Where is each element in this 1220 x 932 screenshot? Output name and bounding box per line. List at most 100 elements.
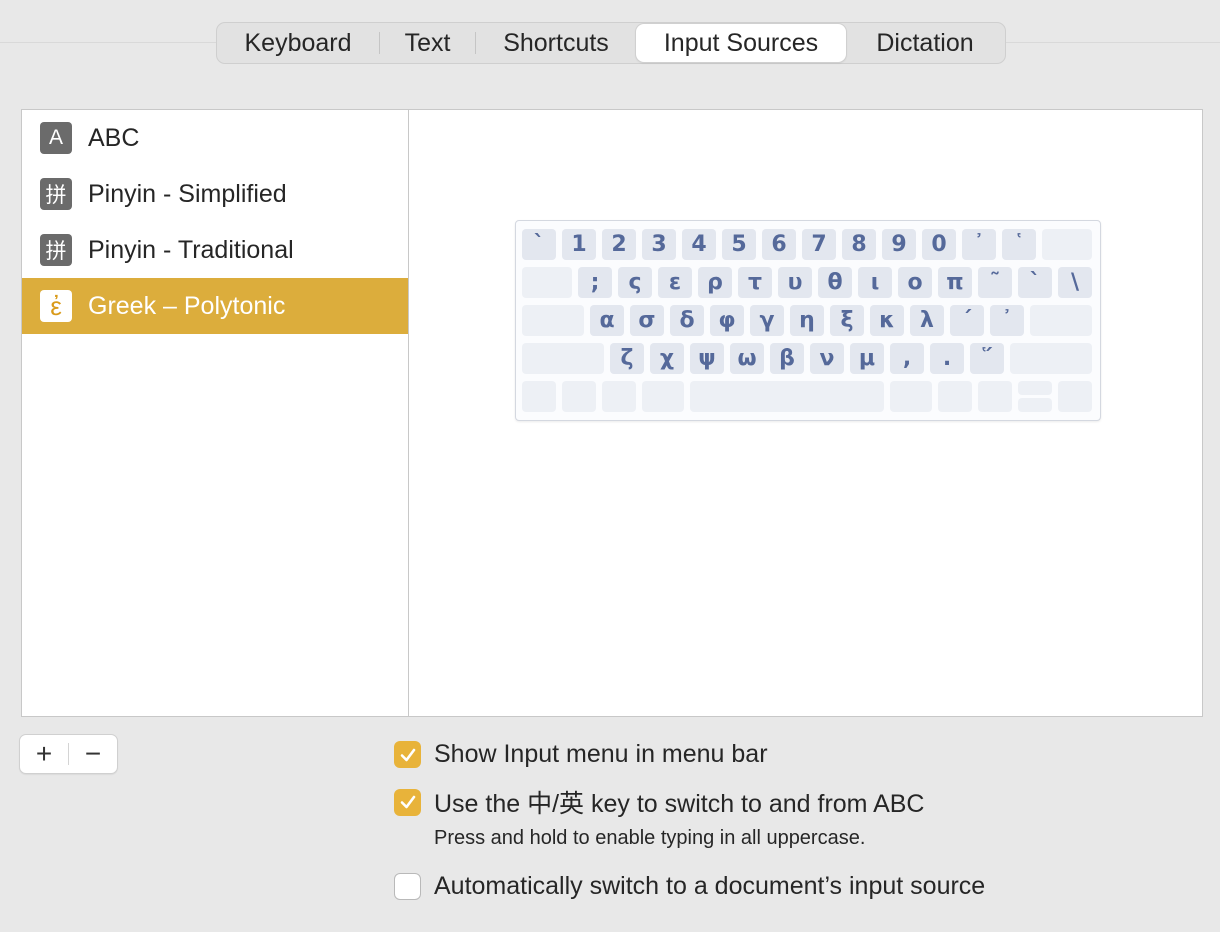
- pinyin-icon: 拼: [40, 178, 72, 210]
- key: δ: [670, 305, 704, 336]
- auto-switch-label: Automatically switch to a document’s inp…: [434, 872, 986, 900]
- key: ῾: [1002, 229, 1036, 260]
- right-shift-key: [1010, 343, 1092, 374]
- tab-input-sources[interactable]: Input Sources: [636, 24, 846, 62]
- key: ω: [730, 343, 764, 374]
- key: `: [1018, 267, 1052, 298]
- key: γ: [750, 305, 784, 336]
- tab-key: [522, 267, 572, 298]
- key: θ: [818, 267, 852, 298]
- key: 0: [922, 229, 956, 260]
- key: 9: [882, 229, 916, 260]
- fn-key: [522, 381, 556, 412]
- list-item-label: Pinyin - Traditional: [88, 235, 294, 264]
- use-key-checkbox[interactable]: [394, 788, 421, 816]
- key: α: [590, 305, 624, 336]
- pinyin-icon: 拼: [40, 234, 72, 266]
- auto-switch-checkbox[interactable]: [394, 873, 421, 900]
- list-item-label: ABC: [88, 123, 140, 152]
- key: 4: [682, 229, 716, 260]
- key: ῞: [970, 343, 1004, 374]
- list-item-greek-polytonic[interactable]: ἐ Greek – Polytonic: [22, 278, 408, 334]
- key: ᾽: [990, 305, 1024, 336]
- key: ´: [950, 305, 984, 336]
- key: π: [938, 267, 972, 298]
- checkmark-icon: [400, 748, 415, 761]
- key: `: [522, 229, 556, 260]
- delete-key: [1042, 229, 1092, 260]
- show-input-menu-label: Show Input menu in menu bar: [434, 740, 768, 768]
- left-arrow-key: [978, 381, 1012, 412]
- left-shift-key: [522, 343, 604, 374]
- list-item-label: Greek – Polytonic: [88, 291, 286, 320]
- key: ρ: [698, 267, 732, 298]
- key: 7: [802, 229, 836, 260]
- key: ε: [658, 267, 692, 298]
- key: 8: [842, 229, 876, 260]
- key: 6: [762, 229, 796, 260]
- down-arrow-key: [1018, 398, 1052, 412]
- key: 2: [602, 229, 636, 260]
- tab-text[interactable]: Text: [380, 23, 475, 63]
- key: σ: [630, 305, 664, 336]
- option-key: [938, 381, 972, 412]
- command-key: [642, 381, 684, 412]
- tab-shortcuts[interactable]: Shortcuts: [476, 23, 636, 63]
- key: ς: [618, 267, 652, 298]
- key: κ: [870, 305, 904, 336]
- key: 5: [722, 229, 756, 260]
- auto-switch-option[interactable]: Automatically switch to a document’s inp…: [394, 872, 985, 901]
- use-key-option[interactable]: Use the 中/英 key to switch to and from AB…: [394, 784, 924, 820]
- up-arrow-key: [1018, 381, 1052, 395]
- use-key-label: Use the 中/英 key to switch to and from AB…: [434, 790, 925, 818]
- key: υ: [778, 267, 812, 298]
- control-key: [562, 381, 596, 412]
- key: ῀: [978, 267, 1012, 298]
- uppercase-hint: Press and hold to enable typing in all u…: [434, 827, 866, 849]
- return-key: [1030, 305, 1092, 336]
- list-item-pinyin-simplified[interactable]: 拼 Pinyin - Simplified: [22, 166, 408, 222]
- tab-dictation[interactable]: Dictation: [846, 23, 1004, 63]
- command-key: [890, 381, 932, 412]
- key: ι: [858, 267, 892, 298]
- key: ν: [810, 343, 844, 374]
- key: ᾿: [962, 229, 996, 260]
- key: 1: [562, 229, 596, 260]
- key: ψ: [690, 343, 724, 374]
- key: 3: [642, 229, 676, 260]
- key: τ: [738, 267, 772, 298]
- key: .: [930, 343, 964, 374]
- tab-bar: Keyboard Text Shortcuts Input Sources Di…: [216, 22, 1006, 64]
- show-input-menu-option[interactable]: Show Input menu in menu bar: [394, 740, 768, 769]
- list-item-abc[interactable]: A ABC: [22, 110, 408, 166]
- add-source-button[interactable]: +: [20, 735, 68, 773]
- key: \: [1058, 267, 1092, 298]
- input-sources-list[interactable]: A ABC 拼 Pinyin - Simplified 拼 Pinyin - T…: [21, 109, 409, 717]
- key: ;: [578, 267, 612, 298]
- remove-source-button[interactable]: −: [69, 735, 117, 773]
- key: β: [770, 343, 804, 374]
- key: μ: [850, 343, 884, 374]
- add-remove-control: + −: [19, 734, 118, 774]
- right-arrow-key: [1058, 381, 1092, 412]
- caps-lock-key: [522, 305, 584, 336]
- checkmark-icon: [400, 795, 415, 809]
- key: ζ: [610, 343, 644, 374]
- greek-icon: ἐ: [40, 290, 72, 322]
- keyboard-layout-preview: ` 1 2 3 4 5 6 7 8 9 0 ᾿ ῾; ς ε ρ τ υ θ ι ο π ῀ ` \ α σ δ φ γ η ξ κ λ ´ ᾽ ζ χ ψ…: [515, 220, 1101, 421]
- abc-icon: A: [40, 122, 72, 154]
- key: ο: [898, 267, 932, 298]
- tab-keyboard[interactable]: Keyboard: [217, 23, 379, 63]
- key: χ: [650, 343, 684, 374]
- key: ,: [890, 343, 924, 374]
- key: λ: [910, 305, 944, 336]
- key: φ: [710, 305, 744, 336]
- space-key: [690, 381, 884, 412]
- show-input-menu-checkbox[interactable]: [394, 741, 421, 768]
- key: ξ: [830, 305, 864, 336]
- key: η: [790, 305, 824, 336]
- keyboard-preview-panel: ` 1 2 3 4 5 6 7 8 9 0 ᾿ ῾; ς ε ρ τ υ θ ι ο π ῀ ` \ α σ δ φ γ η ξ κ λ ´ ᾽ ζ χ ψ…: [408, 109, 1203, 717]
- option-key: [602, 381, 636, 412]
- list-item-label: Pinyin - Simplified: [88, 179, 287, 208]
- list-item-pinyin-traditional[interactable]: 拼 Pinyin - Traditional: [22, 222, 408, 278]
